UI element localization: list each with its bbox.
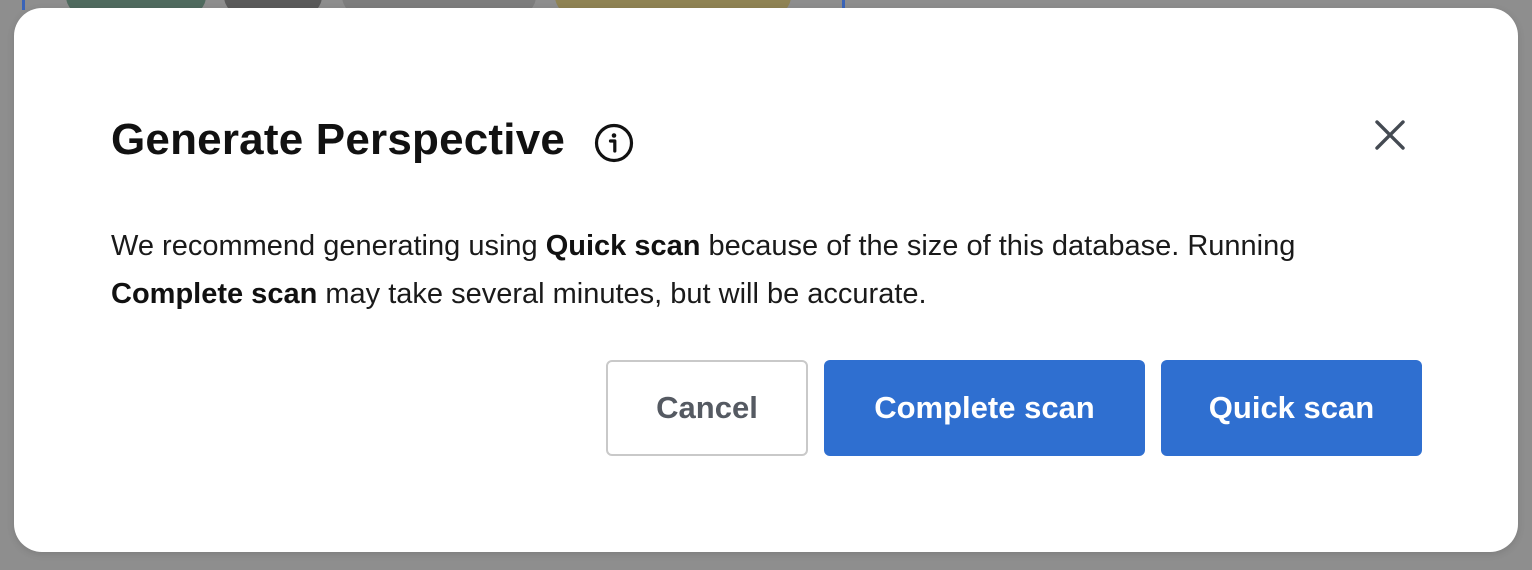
close-icon	[1373, 118, 1407, 157]
complete-scan-button[interactable]: Complete scan	[824, 360, 1145, 456]
dialog-header: Generate Perspective	[111, 110, 1422, 170]
message-bold-complete-scan: Complete scan	[111, 278, 318, 310]
generate-perspective-dialog: Generate Perspective We recommend genera…	[14, 8, 1518, 552]
message-bold-quick-scan: Quick scan	[545, 230, 701, 262]
dialog-message: We recommend generating using Quick scan…	[111, 222, 1431, 318]
dialog-title: Generate Perspective	[111, 115, 566, 164]
message-text: because of the size of this database. Ru…	[700, 230, 1296, 262]
background-divider	[22, 0, 25, 10]
info-icon[interactable]	[593, 122, 635, 164]
message-text: may take several minutes, but will be ac…	[317, 278, 927, 310]
quick-scan-button[interactable]: Quick scan	[1161, 360, 1422, 456]
cancel-button[interactable]: Cancel	[606, 360, 808, 456]
message-text: We recommend generating using	[111, 230, 546, 262]
close-button[interactable]	[1369, 116, 1411, 158]
